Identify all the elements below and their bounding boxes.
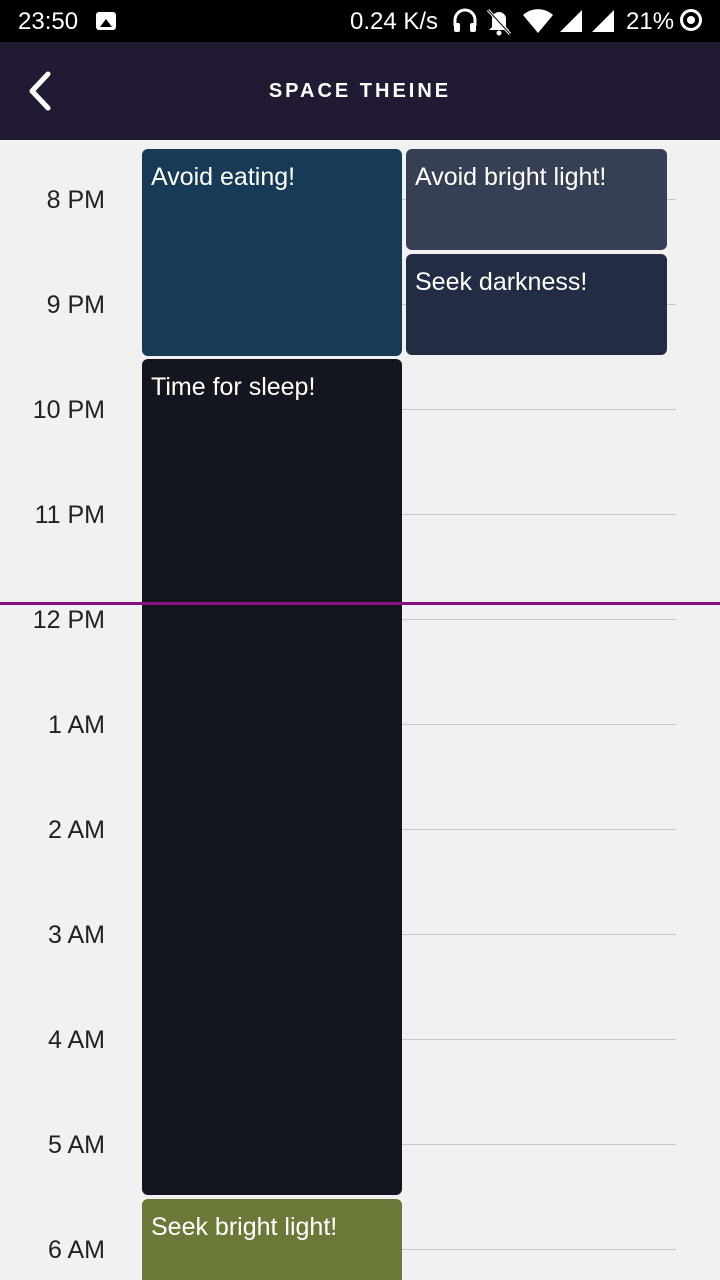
hour-label: 2 AM bbox=[48, 816, 105, 844]
app-bar: SPACE THEINE bbox=[0, 42, 720, 140]
event-label: Seek darkness! bbox=[415, 268, 588, 296]
event-label: Seek bright light! bbox=[151, 1213, 338, 1241]
hour-label: 9 PM bbox=[46, 291, 105, 319]
bell-off-icon bbox=[486, 6, 512, 43]
current-time-line bbox=[0, 602, 720, 605]
status-bar: 23:50 0.24 K/s 21% bbox=[0, 0, 720, 42]
event-label: Avoid eating! bbox=[151, 163, 296, 191]
headphones-icon bbox=[452, 6, 478, 43]
wifi-icon bbox=[522, 6, 554, 43]
event-avoid-bright-light[interactable]: Avoid bright light! bbox=[406, 149, 667, 250]
hour-label: 5 AM bbox=[48, 1131, 105, 1159]
event-time-for-sleep[interactable]: Time for sleep! bbox=[142, 359, 402, 1195]
event-avoid-eating[interactable]: Avoid eating! bbox=[142, 149, 402, 356]
event-label: Avoid bright light! bbox=[415, 163, 607, 191]
signal-icon bbox=[590, 6, 616, 43]
battery-ring-icon bbox=[680, 9, 702, 31]
hour-label: 3 AM bbox=[48, 921, 105, 949]
hour-label: 4 AM bbox=[48, 1026, 105, 1054]
hour-label: 8 PM bbox=[46, 186, 105, 214]
signal-icon bbox=[558, 6, 584, 43]
hour-label: 1 AM bbox=[48, 711, 105, 739]
hour-label: 6 AM bbox=[48, 1236, 105, 1264]
hour-label: 10 PM bbox=[32, 396, 105, 424]
battery-percent: 21% bbox=[626, 8, 675, 35]
status-icons bbox=[452, 6, 620, 36]
status-time: 23:50 bbox=[18, 8, 79, 35]
hour-label: 12 PM bbox=[32, 606, 105, 634]
day-timeline[interactable]: 8 PM 9 PM 10 PM 11 PM 12 PM 1 AM 2 AM 3 … bbox=[0, 140, 720, 1280]
network-speed: 0.24 K/s bbox=[350, 8, 439, 35]
page-title: SPACE THEINE bbox=[268, 80, 452, 102]
image-icon bbox=[96, 12, 116, 30]
event-seek-bright-light[interactable]: Seek bright light! bbox=[142, 1199, 402, 1280]
event-label: Time for sleep! bbox=[151, 373, 316, 401]
hour-label: 11 PM bbox=[34, 501, 105, 529]
event-seek-darkness[interactable]: Seek darkness! bbox=[406, 254, 667, 355]
